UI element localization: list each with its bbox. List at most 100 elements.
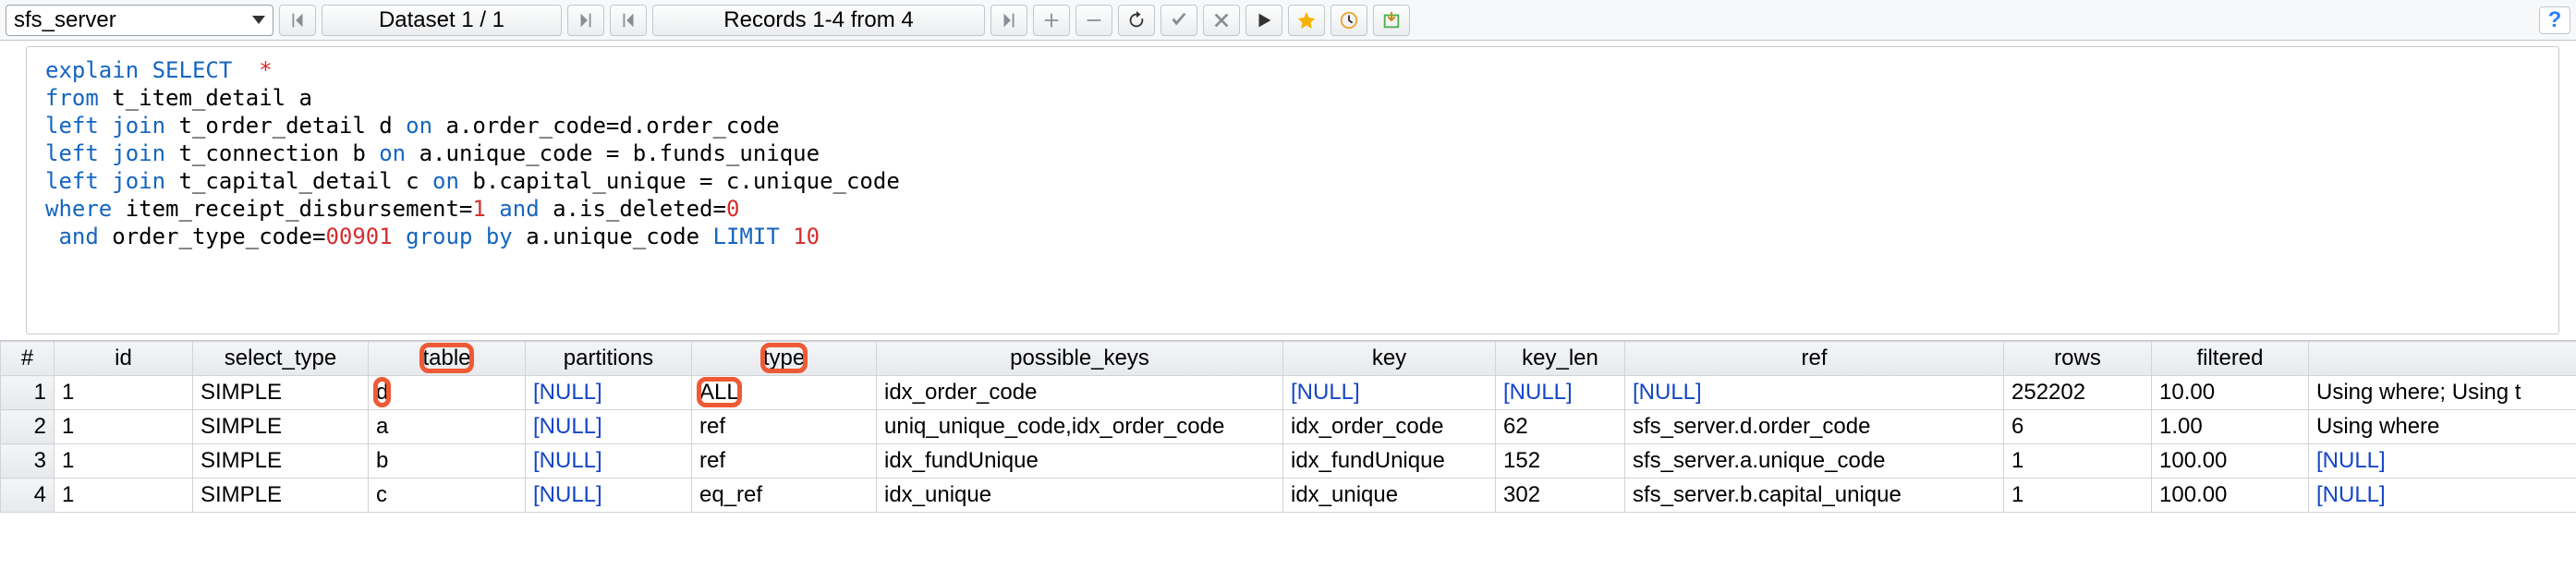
col-header-select_type[interactable]: select_type [193, 342, 369, 376]
cell-type[interactable]: ref [692, 410, 877, 444]
table-header-row: #idselect_typetablepartitionstypepossibl… [1, 342, 2576, 376]
cell-rows[interactable]: 6 [2004, 410, 2152, 444]
cell-filtered[interactable]: 100.00 [2152, 444, 2309, 479]
row-number: 4 [1, 479, 55, 513]
col-header-extra[interactable] [2309, 342, 2576, 376]
cell-id[interactable]: 1 [55, 410, 193, 444]
sql-editor[interactable]: explain SELECT * from t_item_detail a le… [26, 46, 2559, 334]
col-header-table[interactable]: table [369, 342, 526, 376]
cell-key_len[interactable]: [NULL] [1496, 376, 1625, 410]
col-header-key[interactable]: key [1283, 342, 1496, 376]
cell-partitions[interactable]: [NULL] [526, 376, 692, 410]
remove-row-button[interactable] [1075, 5, 1112, 36]
cell-key[interactable]: idx_order_code [1283, 410, 1496, 444]
cell-partitions[interactable]: [NULL] [526, 444, 692, 479]
help-icon: ? [2548, 7, 2562, 33]
col-header-key_len[interactable]: key_len [1496, 342, 1625, 376]
check-icon [1169, 10, 1189, 30]
cell-key[interactable]: [NULL] [1283, 376, 1496, 410]
cell-type[interactable]: ref [692, 444, 877, 479]
cell-possible_keys[interactable]: idx_order_code [877, 376, 1283, 410]
apply-button[interactable] [1160, 5, 1197, 36]
favorite-button[interactable] [1288, 5, 1325, 36]
cell-table[interactable]: d [369, 376, 526, 410]
row-number: 1 [1, 376, 55, 410]
run-button[interactable] [1245, 5, 1282, 36]
col-header-filtered[interactable]: filtered [2152, 342, 2309, 376]
cell-table[interactable]: b [369, 444, 526, 479]
records-first-button[interactable] [610, 5, 647, 36]
cell-select_type[interactable]: SIMPLE [193, 444, 369, 479]
cancel-button[interactable] [1203, 5, 1240, 36]
cell-key[interactable]: idx_unique [1283, 479, 1496, 513]
records-last-button[interactable] [990, 5, 1027, 36]
cell-select_type[interactable]: SIMPLE [193, 410, 369, 444]
play-icon [1254, 10, 1274, 30]
connection-combo[interactable]: sfs_server [6, 5, 273, 36]
cell-table[interactable]: c [369, 479, 526, 513]
col-header-possible_keys[interactable]: possible_keys [877, 342, 1283, 376]
col-header-#[interactable]: # [1, 342, 55, 376]
cell-key_len[interactable]: 152 [1496, 444, 1625, 479]
export-button[interactable] [1373, 5, 1410, 36]
records-status[interactable]: Records 1-4 from 4 [652, 5, 985, 36]
refresh-button[interactable] [1118, 5, 1155, 36]
cell-possible_keys[interactable]: uniq_unique_code,idx_order_code [877, 410, 1283, 444]
cell-rows[interactable]: 252202 [2004, 376, 2152, 410]
skip-forward-icon [576, 10, 596, 30]
cell-extra[interactable]: Using where [2309, 410, 2576, 444]
skip-forward-icon [999, 10, 1019, 30]
cell-filtered[interactable]: 1.00 [2152, 410, 2309, 444]
cell-filtered[interactable]: 10.00 [2152, 376, 2309, 410]
cell-select_type[interactable]: SIMPLE [193, 376, 369, 410]
cell-ref[interactable]: sfs_server.d.order_code [1625, 410, 2004, 444]
cell-select_type[interactable]: SIMPLE [193, 479, 369, 513]
clock-icon [1339, 10, 1359, 30]
col-header-type[interactable]: type [692, 342, 877, 376]
col-header-id[interactable]: id [55, 342, 193, 376]
cell-rows[interactable]: 1 [2004, 479, 2152, 513]
cell-id[interactable]: 1 [55, 479, 193, 513]
help-button[interactable]: ? [2539, 6, 2570, 34]
connection-combo-value: sfs_server [14, 7, 252, 33]
records-status-text: Records 1-4 from 4 [723, 7, 913, 33]
cell-partitions[interactable]: [NULL] [526, 410, 692, 444]
cell-id[interactable]: 1 [55, 376, 193, 410]
minus-icon [1084, 10, 1104, 30]
skip-back-icon [287, 10, 308, 30]
table-row[interactable]: 21SIMPLEa[NULL]refuniq_unique_code,idx_o… [1, 410, 2576, 444]
cell-ref[interactable]: [NULL] [1625, 376, 2004, 410]
table-row[interactable]: 41SIMPLEc[NULL]eq_refidx_uniqueidx_uniqu… [1, 479, 2576, 513]
cell-filtered[interactable]: 100.00 [2152, 479, 2309, 513]
cell-table[interactable]: a [369, 410, 526, 444]
add-row-button[interactable] [1033, 5, 1070, 36]
cell-type[interactable]: eq_ref [692, 479, 877, 513]
sql-editor-content: explain SELECT * from t_item_detail a le… [27, 47, 2558, 333]
cell-rows[interactable]: 1 [2004, 444, 2152, 479]
dataset-first-button[interactable] [279, 5, 316, 36]
dataset-status[interactable]: Dataset 1 / 1 [322, 5, 562, 36]
cell-extra[interactable]: [NULL] [2309, 444, 2576, 479]
col-header-partitions[interactable]: partitions [526, 342, 692, 376]
toolbar: sfs_server Dataset 1 / 1 Records 1-4 fro… [0, 0, 2576, 41]
dataset-last-button[interactable] [567, 5, 604, 36]
star-icon [1296, 10, 1317, 30]
table-row[interactable]: 11SIMPLEd[NULL]ALLidx_order_code[NULL][N… [1, 376, 2576, 410]
cell-ref[interactable]: sfs_server.b.capital_unique [1625, 479, 2004, 513]
cell-possible_keys[interactable]: idx_fundUnique [877, 444, 1283, 479]
col-header-ref[interactable]: ref [1625, 342, 2004, 376]
cell-ref[interactable]: sfs_server.a.unique_code [1625, 444, 2004, 479]
cell-key_len[interactable]: 302 [1496, 479, 1625, 513]
cell-possible_keys[interactable]: idx_unique [877, 479, 1283, 513]
chevron-down-icon [252, 16, 265, 24]
cell-key_len[interactable]: 62 [1496, 410, 1625, 444]
table-row[interactable]: 31SIMPLEb[NULL]refidx_fundUniqueidx_fund… [1, 444, 2576, 479]
cell-extra[interactable]: [NULL] [2309, 479, 2576, 513]
cell-key[interactable]: idx_fundUnique [1283, 444, 1496, 479]
cell-extra[interactable]: Using where; Using t [2309, 376, 2576, 410]
cell-id[interactable]: 1 [55, 444, 193, 479]
col-header-rows[interactable]: rows [2004, 342, 2152, 376]
history-button[interactable] [1331, 5, 1367, 36]
cell-type[interactable]: ALL [692, 376, 877, 410]
cell-partitions[interactable]: [NULL] [526, 479, 692, 513]
